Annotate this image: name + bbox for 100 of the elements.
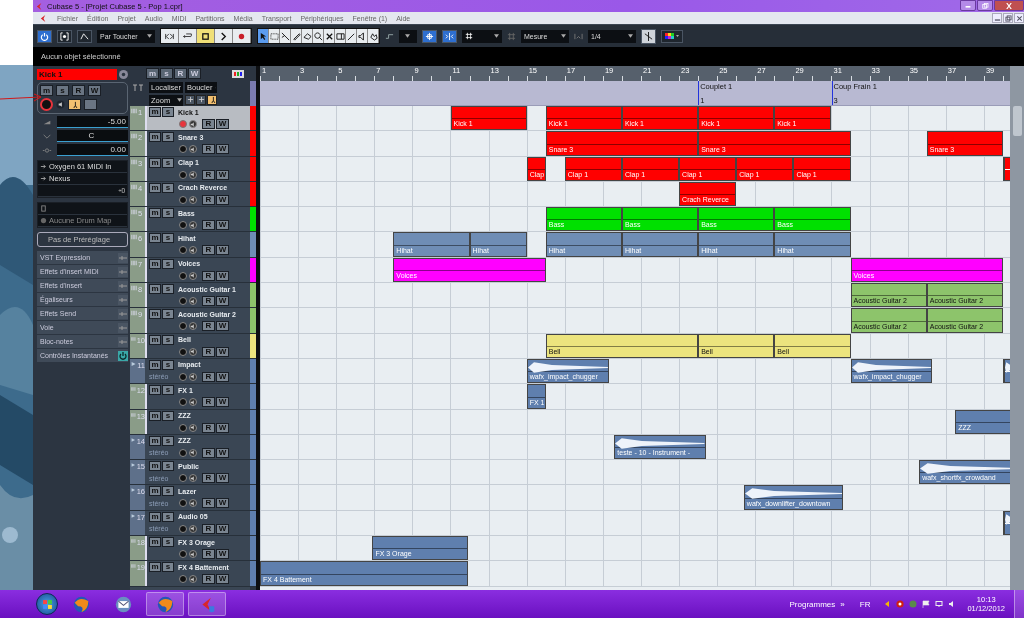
record-enable-button[interactable] [179,524,187,533]
mute-button[interactable]: m [149,334,161,345]
snap-mode-button[interactable] [442,29,457,43]
monitor-button[interactable] [189,145,197,154]
write-button[interactable]: W [216,447,229,458]
mute-button[interactable]: m [149,258,161,269]
mute-button[interactable]: m [149,359,161,370]
solo-button[interactable]: s [162,334,174,345]
monitor-button[interactable] [189,550,197,559]
monitor-button[interactable] [189,271,197,280]
expand-chevron[interactable]: » [840,599,845,609]
volume-field[interactable]: -5.00 [57,116,128,128]
write-button[interactable]: W [216,473,229,484]
solo-button[interactable]: s [162,107,174,117]
solo-button[interactable]: s [56,85,69,96]
global-track-button[interactable]: s [160,68,173,79]
nudge-dropdown[interactable] [399,29,417,43]
vertical-scrollbar[interactable] [1010,66,1024,590]
mute-button[interactable]: m [149,208,161,219]
read-button[interactable]: R [202,119,215,129]
pan-field[interactable]: C [57,130,128,142]
write-button[interactable]: W [216,498,229,509]
read-button[interactable]: R [202,422,215,433]
read-button[interactable]: R [202,245,215,256]
monitor-button[interactable] [189,170,197,179]
mute-button[interactable]: m [149,182,161,193]
record-enable-button[interactable] [179,195,187,204]
record-enable-button[interactable] [179,145,187,154]
plug-icon[interactable] [118,280,128,291]
solo-button[interactable]: s [162,537,174,548]
grid-dropdown[interactable] [462,29,502,43]
solo-button[interactable]: s [162,511,174,522]
monitor-button[interactable] [189,347,197,356]
toolbar-label[interactable]: Programmes [789,599,836,609]
write-button[interactable]: W [216,397,229,408]
solo-button[interactable]: s [162,284,174,295]
read-button[interactable]: R [202,473,215,484]
rect-tool-button[interactable] [335,29,346,43]
monitor-button[interactable] [189,474,197,483]
read-button[interactable]: R [202,321,215,332]
write-button[interactable]: W [216,549,229,560]
speaker-tool-button[interactable] [357,29,368,43]
triangle-icon[interactable] [883,600,892,608]
mute-button[interactable]: m [149,157,161,168]
record-enable-button[interactable] [179,347,187,356]
monitor-button[interactable] [189,423,197,432]
play-button[interactable] [215,29,233,43]
mute-button[interactable]: m [149,385,161,396]
solo-button[interactable]: s [162,385,174,396]
global-track-button[interactable]: R [174,68,187,79]
mute-button[interactable]: m [149,107,161,117]
plug-icon[interactable] [118,294,128,305]
minimize-button[interactable] [992,13,1002,23]
monitor-button[interactable] [189,448,197,457]
pencil-tool-button[interactable] [291,29,302,43]
mute-button[interactable]: m [149,461,161,472]
plug-icon[interactable] [118,308,128,319]
write-button[interactable]: W [216,245,229,256]
maximize-button[interactable] [977,0,993,11]
note-button[interactable] [68,99,81,110]
cross-tool-button[interactable] [324,29,335,43]
goto-start-end-button[interactable] [161,29,179,43]
color-button[interactable] [661,29,683,43]
mute-button[interactable]: m [149,435,161,446]
hand-tool-button[interactable] [368,29,379,43]
write-button[interactable]: W [216,270,229,281]
monitor-button[interactable] [189,575,197,584]
mute-button[interactable]: m [149,132,161,143]
start-button[interactable] [36,593,58,615]
mute-button[interactable]: m [149,562,161,573]
write-button[interactable]: W [216,523,229,534]
minimize-button[interactable] [960,0,976,11]
record-enable-button[interactable] [40,98,53,111]
plug-icon[interactable] [118,336,128,347]
edit-button[interactable] [119,69,128,79]
record-button[interactable] [233,29,251,43]
record-enable-button[interactable] [179,550,187,559]
solo-button[interactable]: s [162,461,174,472]
read-button[interactable]: R [202,523,215,534]
solo-button[interactable]: s [162,208,174,219]
monitor-button[interactable] [189,322,197,331]
plug-icon[interactable] [118,252,128,263]
line-tool-button[interactable] [346,29,357,43]
write-button[interactable]: W [216,144,229,155]
record-enable-button[interactable] [179,322,187,331]
read-button[interactable]: R [202,371,215,382]
flag-icon[interactable] [922,600,931,608]
mute-button[interactable]: m [149,410,161,421]
solo-button[interactable]: s [162,132,174,143]
write-button[interactable]: W [216,371,229,382]
maximize-button[interactable] [1003,13,1013,23]
close-button[interactable] [994,0,1024,11]
monitor-button[interactable] [189,372,197,381]
record-enable-button[interactable] [179,246,187,255]
record-enable-button[interactable] [179,499,187,508]
monitor-button[interactable] [189,499,197,508]
mute-button[interactable]: m [40,85,53,96]
add-track-button[interactable] [185,94,195,105]
shield-icon[interactable] [896,600,905,608]
monitor-icon[interactable] [935,600,944,608]
